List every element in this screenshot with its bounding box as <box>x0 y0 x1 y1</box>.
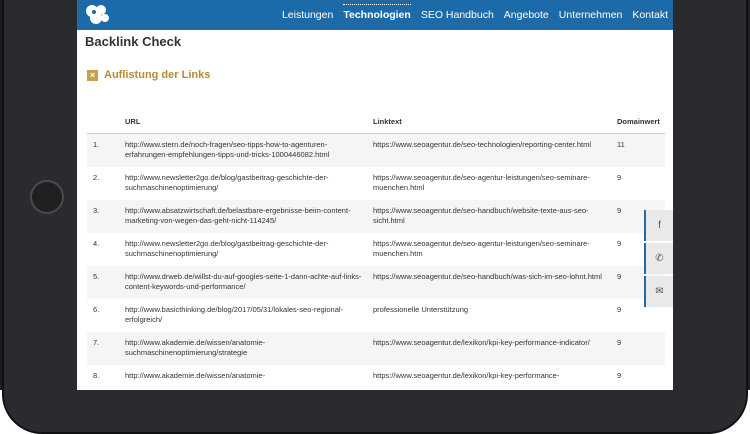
logo-icon[interactable] <box>83 3 111 25</box>
header-number <box>87 110 121 134</box>
top-navbar: Leistungen Technologien SEO Handbuch Angebo… <box>77 0 673 30</box>
row-linktext: https://www.seoagentur.de/lexikon/kpi-ke… <box>369 331 613 365</box>
row-linktext: professionelle Unterstützung <box>373 304 469 314</box>
table-header-row: URL Linktext Domainwert <box>87 110 665 134</box>
nav-item-angebote[interactable]: Angebote <box>499 0 554 30</box>
row-domainwert: 9 <box>617 172 622 182</box>
nav-item-seo-handbuch[interactable]: SEO Handbuch <box>416 0 499 30</box>
row-number: 7. <box>87 331 121 365</box>
row-number: 2. <box>93 172 100 182</box>
header-url: URL <box>121 110 369 134</box>
accordion-label: Auflistung der Links <box>104 69 211 81</box>
row-number: 4. <box>93 238 100 248</box>
accordion-header[interactable]: × Auflistung der Links <box>87 69 210 81</box>
home-button[interactable] <box>30 180 64 214</box>
main-nav: Leistungen Technologien SEO Handbuch Angebo… <box>277 0 673 30</box>
row-domainwert: 11 <box>613 133 665 167</box>
row-number: 6. <box>93 304 100 314</box>
nav-item-leistungen[interactable]: Leistungen <box>277 0 338 30</box>
row-domainwert: 9 <box>613 331 665 365</box>
nav-item-technologien[interactable]: Technologien <box>338 0 415 30</box>
facebook-icon[interactable]: f <box>644 210 673 241</box>
row-domainwert: 9 <box>617 370 622 380</box>
browser-screen: Leistungen Technologien SEO Handbuch Angebo… <box>77 0 673 390</box>
row-url[interactable]: http://www.newsletter2go.de/blog/gastbei… <box>121 167 369 200</box>
row-url[interactable]: http://www.basicthinking.de/blog/2017/05… <box>121 299 369 332</box>
mail-icon[interactable]: ✉ <box>644 276 673 307</box>
table-row: 1. http://www.stern.de/noch-fragen/seo-ti… <box>87 133 665 167</box>
table-row: 7. http://www.akademie.de/wissen/anatomie… <box>87 331 665 365</box>
header-domainwert: Domainwert <box>613 110 665 134</box>
table-row: 5. http://www.drweb.de/willst-du-auf-goog… <box>87 265 665 299</box>
row-number: 5. <box>87 265 121 299</box>
row-url[interactable]: http://www.drweb.de/willst-du-auf-google… <box>121 265 369 299</box>
backlink-table: URL Linktext Domainwert 1. http://www.ste… <box>87 110 665 390</box>
row-url[interactable]: http://www.akademie.de/wissen/anatomie-s… <box>121 331 369 365</box>
phone-icon[interactable]: ✆ <box>644 243 673 274</box>
row-url[interactable]: http://www.absatzwirtschaft.de/belastbar… <box>121 199 369 233</box>
row-linktext: https://www.seoagentur.de/lexikon/kpi-ke… <box>373 370 560 380</box>
table-row: 4. http://www.newsletter2go.de/blog/gastb… <box>87 233 665 266</box>
row-url[interactable]: http://www.stern.de/noch-fragen/seo-tipp… <box>121 133 369 167</box>
row-linktext: https://www.seoagentur.de/seo-handbuch/w… <box>369 199 613 233</box>
row-number: 8. <box>93 370 100 380</box>
nav-item-unternehmen[interactable]: Unternehmen <box>554 0 628 30</box>
row-number: 3. <box>87 199 121 233</box>
row-linktext: https://www.seoagentur.de/seo-technologi… <box>369 133 613 167</box>
row-linktext: https://www.seoagentur.de/seo-agentur-le… <box>373 172 590 192</box>
row-url[interactable]: http://www.newsletter2go.de/blog/gastbei… <box>121 233 369 266</box>
table-row: 3. http://www.absatzwirtschaft.de/belastb… <box>87 199 665 233</box>
table-row: 2. http://www.newsletter2go.de/blog/gastb… <box>87 167 665 200</box>
row-linktext: https://www.seoagentur.de/seo-handbuch/w… <box>369 265 613 299</box>
page-title: Backlink Check <box>85 34 182 49</box>
row-linktext: https://www.seoagentur.de/seo-agentur-le… <box>373 238 590 258</box>
row-number: 1. <box>87 133 121 167</box>
tablet-frame: Leistungen Technologien SEO Handbuch Angebo… <box>0 0 750 434</box>
row-url[interactable]: http://www.akademie.de/wissen/anatomie- <box>121 365 369 391</box>
table-row: 6. http://www.basicthinking.de/blog/2017/… <box>87 299 665 332</box>
nav-item-kontakt[interactable]: Kontakt <box>627 0 673 30</box>
header-linktext: Linktext <box>369 110 613 134</box>
table-row: 8. http://www.akademie.de/wissen/anatomie… <box>87 365 665 391</box>
x-icon[interactable]: × <box>87 69 98 81</box>
